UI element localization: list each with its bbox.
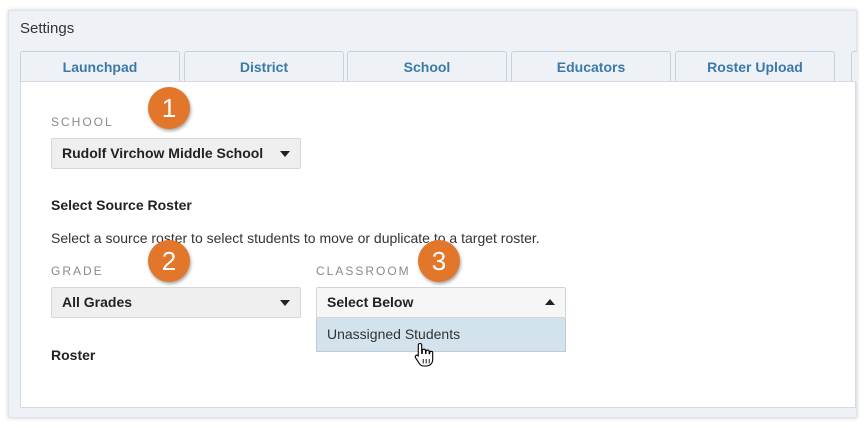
- tab-roster-upload[interactable]: Roster Upload: [675, 51, 835, 82]
- school-select-value: Rudolf Virchow Middle School: [62, 145, 264, 161]
- chevron-down-icon: [280, 300, 290, 306]
- classroom-label: CLASSROOM: [316, 264, 411, 278]
- roster-heading: Roster: [51, 347, 96, 363]
- chevron-up-icon: [545, 299, 555, 305]
- tab-launchpad[interactable]: Launchpad: [20, 51, 180, 82]
- tab-school[interactable]: School: [347, 51, 507, 82]
- callout-badge-1: 1: [148, 87, 190, 129]
- callout-badge-2: 2: [148, 240, 190, 282]
- settings-tabs: Launchpad District School Educators Rost…: [20, 51, 857, 82]
- source-roster-description: Select a source roster to select student…: [51, 230, 540, 246]
- school-label: SCHOOL: [51, 115, 114, 129]
- chevron-down-icon: [280, 151, 290, 157]
- school-select[interactable]: Rudolf Virchow Middle School: [51, 138, 301, 169]
- callout-badge-3: 3: [418, 240, 460, 282]
- page-title: Settings: [20, 20, 75, 37]
- classroom-select[interactable]: Select Below: [316, 287, 566, 318]
- tab-district[interactable]: District: [184, 51, 344, 82]
- grade-label: GRADE: [51, 264, 104, 278]
- tab-educators[interactable]: Educators: [511, 51, 671, 82]
- hand-cursor-icon: [414, 342, 434, 367]
- grade-select-value: All Grades: [62, 294, 133, 310]
- classroom-select-value: Select Below: [327, 294, 414, 310]
- grade-select[interactable]: All Grades: [51, 287, 301, 318]
- classroom-option-unassigned[interactable]: Unassigned Students: [316, 318, 566, 352]
- tab-overflow[interactable]: [851, 51, 857, 82]
- source-roster-heading: Select Source Roster: [51, 197, 192, 213]
